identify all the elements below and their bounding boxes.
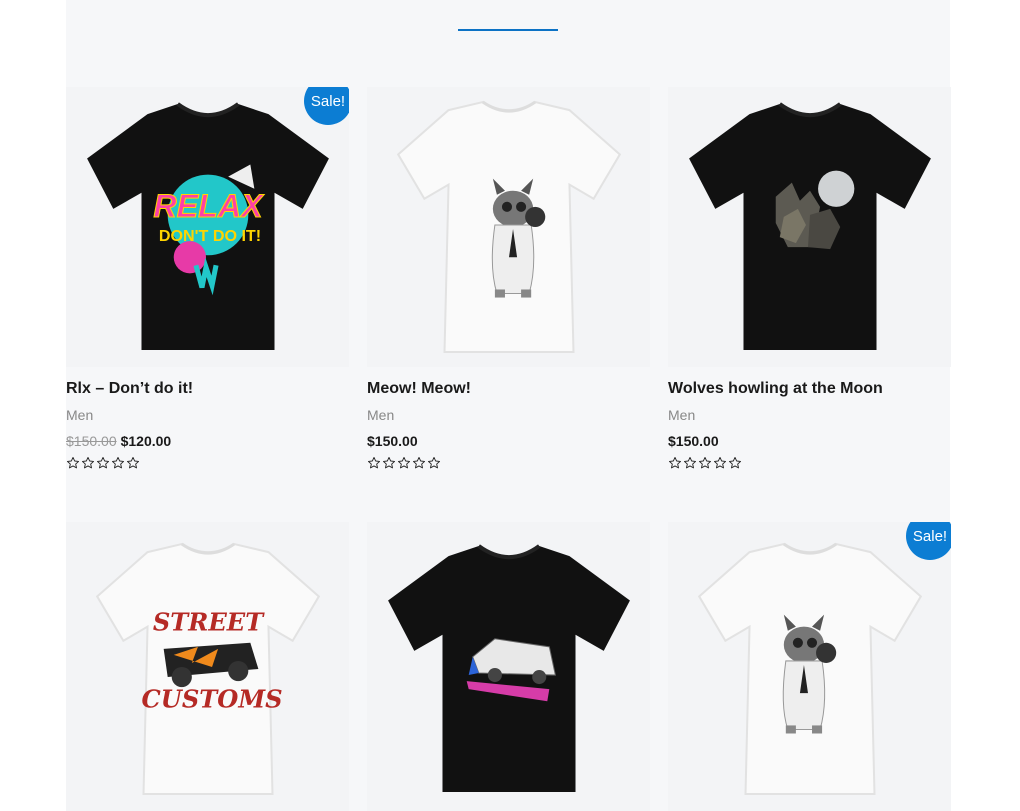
star-icon [66, 456, 80, 469]
product-category[interactable]: Men [66, 406, 349, 424]
star-rating [66, 456, 349, 472]
star-icon [126, 456, 140, 469]
star-icon [96, 456, 110, 469]
product-price: $150.00 $120.00 [66, 432, 349, 450]
product-card: Wolves howling at the Moon Men $150.00 [668, 87, 951, 472]
product-card [367, 522, 650, 811]
price: $150.00 [367, 433, 418, 449]
star-icon [698, 456, 712, 469]
star-icon [382, 456, 396, 469]
star-icon [713, 456, 727, 469]
white-tshirt-cat-image [697, 542, 922, 795]
shop-page: RELAX DON'T DO IT! Sale! Rlx – Don’t do … [0, 0, 1020, 811]
product-image-link[interactable]: STREET CUSTOMS [66, 522, 349, 811]
product-image-link[interactable] [668, 87, 951, 367]
star-icon [683, 456, 697, 469]
svg-text:CUSTOMS: CUSTOMS [141, 684, 282, 713]
product-category[interactable]: Men [668, 406, 951, 424]
star-icon [367, 456, 381, 469]
section-title-underline [458, 29, 558, 31]
product-card: Sale! [668, 522, 951, 811]
sale-price: $120.00 [120, 433, 172, 449]
svg-text:RELAX: RELAX [153, 188, 265, 224]
star-icon [728, 456, 742, 469]
product-title[interactable]: Rlx – Don’t do it! [66, 379, 349, 399]
svg-text:STREET: STREET [152, 608, 264, 637]
original-price: $150.00 [66, 433, 117, 449]
product-card: RELAX DON'T DO IT! Sale! Rlx – Don’t do … [66, 87, 349, 472]
white-tshirt-street-customs-image: STREET CUSTOMS [95, 542, 320, 795]
star-rating [367, 456, 650, 472]
product-image-link[interactable] [367, 87, 650, 367]
star-icon [81, 456, 95, 469]
star-rating [668, 456, 951, 472]
product-image-link[interactable]: Sale! [668, 522, 951, 811]
star-icon [397, 456, 411, 469]
star-icon [111, 456, 125, 469]
product-category[interactable]: Men [367, 406, 650, 424]
product-price: $150.00 [668, 432, 951, 450]
product-title[interactable]: Wolves howling at the Moon [668, 379, 951, 399]
star-icon [412, 456, 426, 469]
product-title[interactable]: Meow! Meow! [367, 379, 650, 399]
white-tshirt-cat-image [396, 100, 621, 353]
product-price: $150.00 [367, 432, 650, 450]
product-card: STREET CUSTOMS [66, 522, 349, 811]
black-tshirt-relax-image: RELAX DON'T DO IT! [86, 102, 329, 350]
black-tshirt-wolves-image [688, 102, 931, 350]
product-card: Meow! Meow! Men $150.00 [367, 87, 650, 472]
product-image-link[interactable]: RELAX DON'T DO IT! Sale! [66, 87, 349, 367]
product-image-link[interactable] [367, 522, 650, 811]
price: $150.00 [668, 433, 719, 449]
svg-text:DON'T DO IT!: DON'T DO IT! [158, 227, 260, 245]
product-grid: RELAX DON'T DO IT! Sale! Rlx – Don’t do … [66, 87, 951, 811]
black-tshirt-car-image [387, 544, 630, 792]
star-icon [668, 456, 682, 469]
star-icon [427, 456, 441, 469]
